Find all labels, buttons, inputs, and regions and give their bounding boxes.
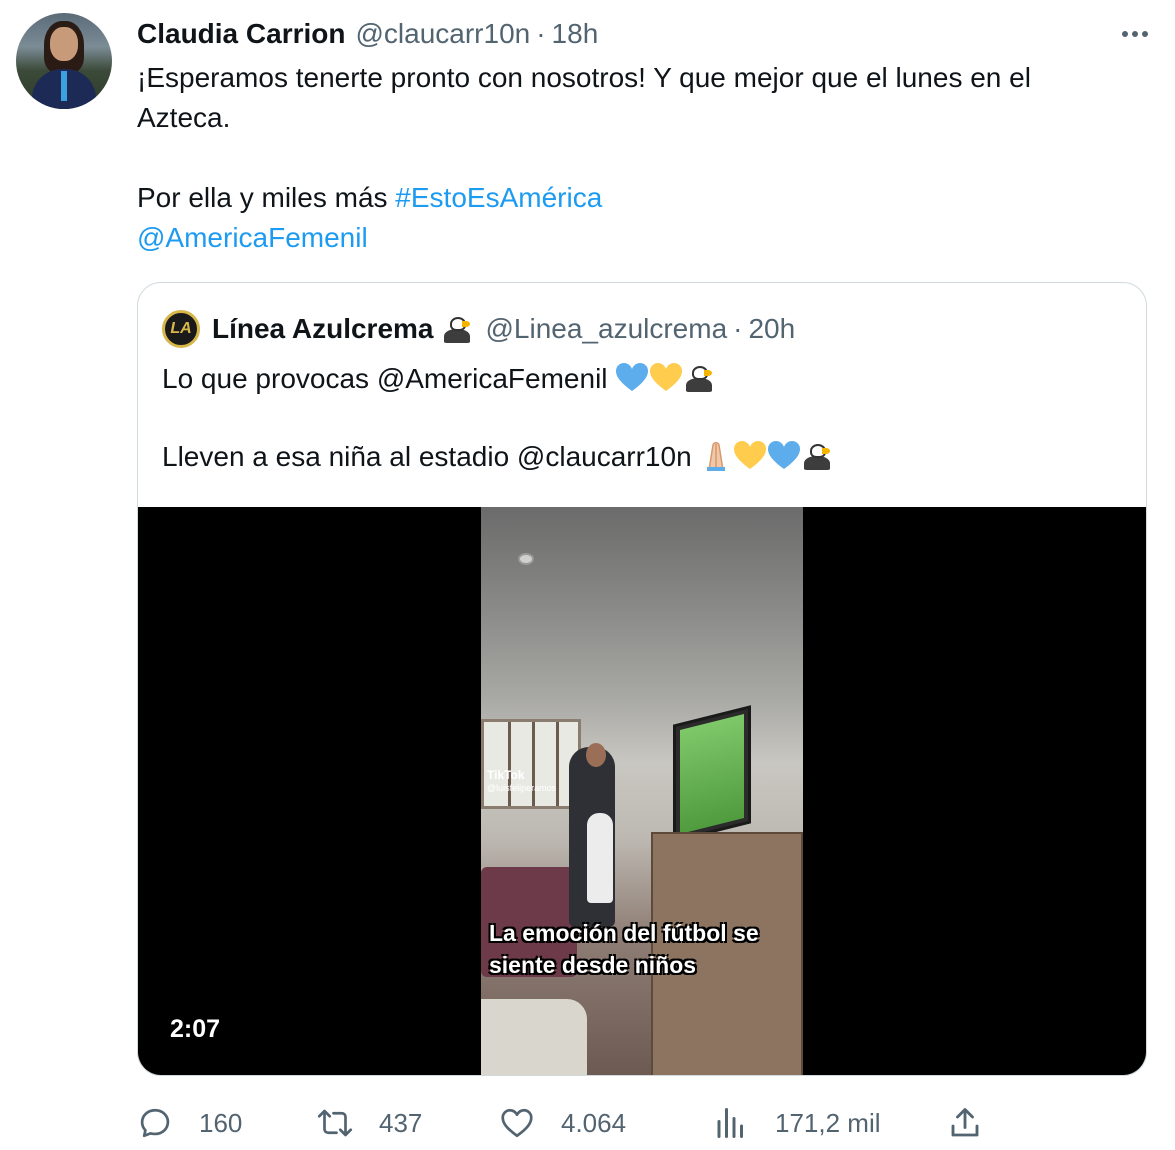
- share-icon: [951, 1108, 979, 1137]
- yellow-heart-emoji: [734, 441, 767, 469]
- like-count: 4.064: [561, 1107, 627, 1138]
- tweet-text-line: Por ella y miles más #EstoEsAmérica: [137, 182, 603, 213]
- quoted-tweet[interactable]: LA Línea Azulcrema @Linea_azulcrema · 20…: [137, 282, 1147, 1076]
- quoted-text-line: Lleven a esa niña al estadio @claucarr10…: [162, 437, 833, 477]
- blue-heart-emoji: [616, 363, 649, 391]
- more-icon[interactable]: [1115, 18, 1155, 50]
- timestamp[interactable]: 18h: [552, 18, 599, 50]
- tweet-header: Claudia Carrion @claucarr10n · 18h: [137, 16, 598, 52]
- like-button[interactable]: 4.064: [499, 1100, 626, 1146]
- author-name[interactable]: Claudia Carrion: [137, 18, 345, 50]
- yellow-heart-emoji: [650, 363, 683, 391]
- quoted-tweet-text: Lo que provocas @AmericaFemenil Lleven a…: [162, 359, 833, 477]
- video-player[interactable]: TikTok @luisfeliperamos La emoción del f…: [138, 507, 1146, 1075]
- video-frame: TikTok @luisfeliperamos La emoción del f…: [481, 507, 803, 1075]
- retweet-button[interactable]: 437: [317, 1100, 422, 1146]
- quoted-author-name[interactable]: Línea Azulcrema: [212, 313, 433, 345]
- blue-heart-emoji: [768, 441, 801, 469]
- tweet-text-line: ¡Esperamos tenerte pronto con nosotros! …: [137, 62, 1031, 93]
- tiktok-watermark: TikTok @luisfeliperamos: [487, 768, 557, 794]
- author-avatar[interactable]: [16, 13, 112, 109]
- video-caption: La emoción del fútbol se siente desde ni…: [489, 920, 759, 978]
- separator: ·: [536, 18, 546, 49]
- separator: ·: [733, 313, 743, 344]
- praying-hands-emoji: [707, 442, 726, 471]
- eagle-emoji: [683, 363, 715, 393]
- share-button[interactable]: [947, 1100, 983, 1146]
- quoted-author-handle[interactable]: @Linea_azulcrema: [485, 313, 727, 345]
- views-count: 171,2 mil: [775, 1107, 881, 1138]
- video-duration: 2:07: [170, 1015, 221, 1043]
- tweet-text: ¡Esperamos tenerte pronto con nosotros! …: [137, 58, 1147, 258]
- quoted-timestamp[interactable]: 20h: [748, 313, 795, 345]
- like-icon: [501, 1108, 533, 1138]
- eagle-emoji: [441, 314, 473, 344]
- views-button[interactable]: 171,2 mil: [713, 1100, 881, 1146]
- tweet: Claudia Carrion @claucarr10n · 18h ¡Espe…: [0, 0, 1175, 1150]
- retweet-icon: [317, 1109, 353, 1137]
- retweet-count: 437: [379, 1107, 423, 1138]
- reply-button[interactable]: 160: [137, 1100, 242, 1146]
- quoted-author-avatar[interactable]: LA: [162, 310, 200, 348]
- author-handle[interactable]: @claucarr10n: [355, 18, 530, 50]
- hashtag-link[interactable]: #EstoEsAmérica: [395, 182, 602, 213]
- mention-link[interactable]: @AmericaFemenil: [137, 222, 368, 253]
- reply-icon: [140, 1108, 170, 1138]
- eagle-emoji: [801, 441, 833, 471]
- tweet-actions: 160 437 4.064 171,2 mil: [137, 1100, 997, 1146]
- views-icon: [717, 1108, 743, 1138]
- quoted-text-line: Lo que provocas @AmericaFemenil: [162, 359, 833, 399]
- reply-count: 160: [199, 1107, 243, 1138]
- tweet-text-line: Azteca.: [137, 102, 231, 133]
- quoted-tweet-header: LA Línea Azulcrema @Linea_azulcrema · 20…: [162, 309, 795, 349]
